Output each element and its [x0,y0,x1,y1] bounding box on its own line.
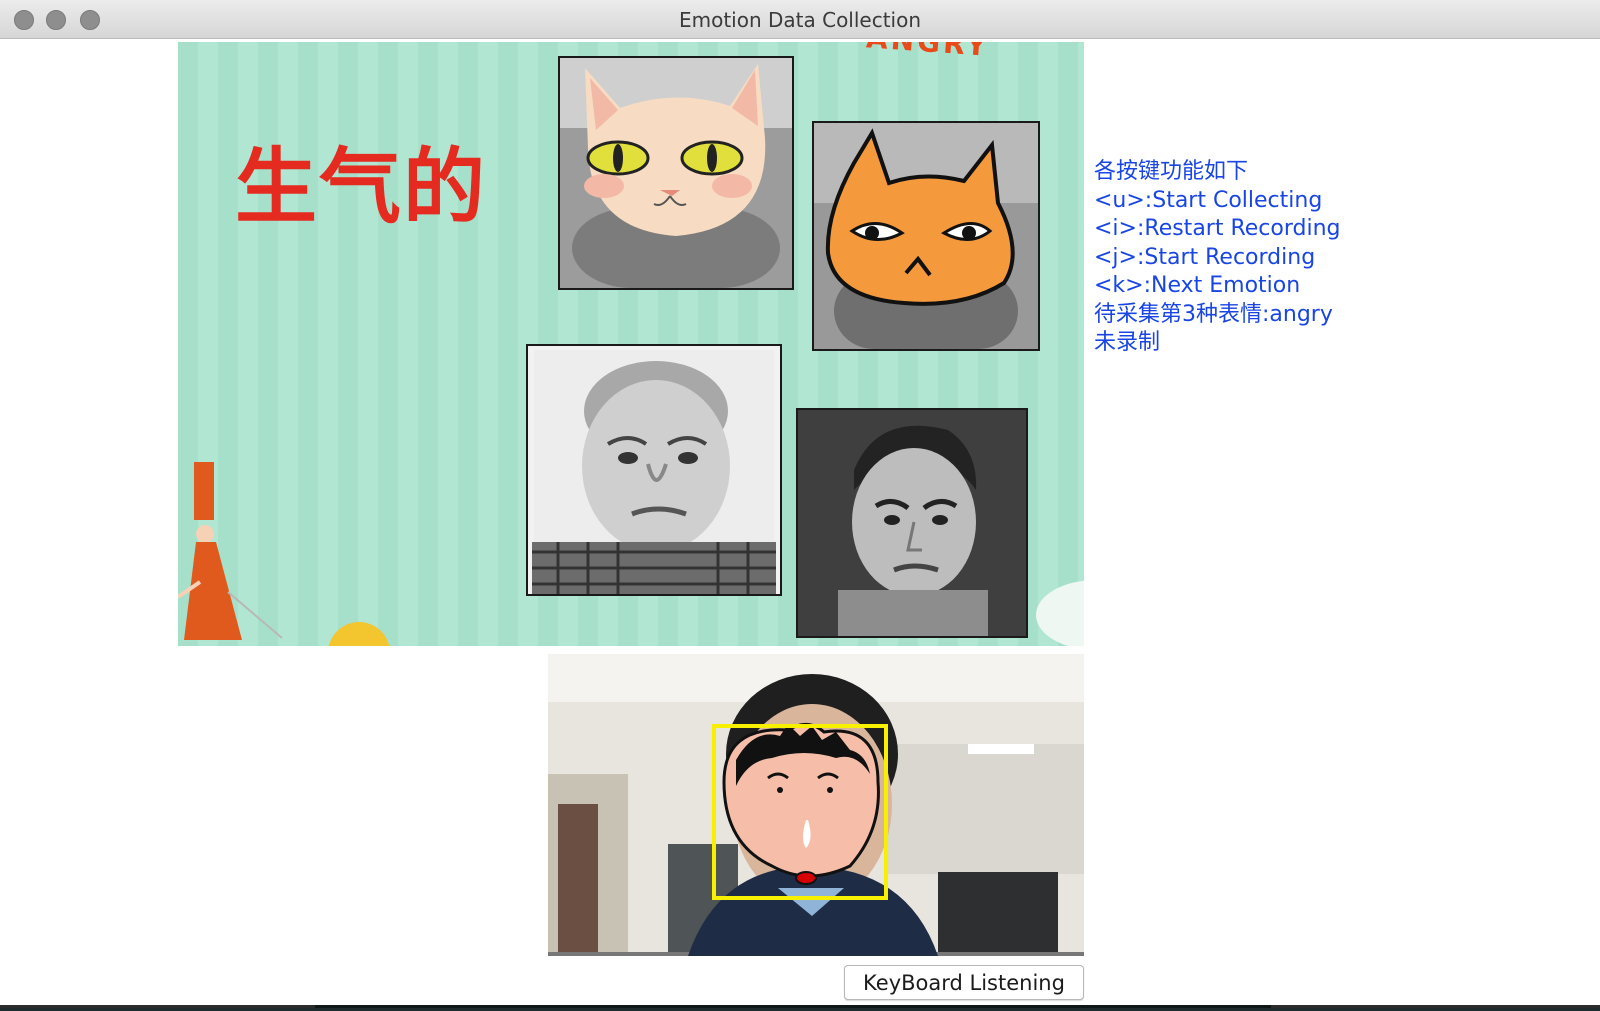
app-window: Emotion Data Collection ANGRY 生气的 各按键功能如… [0,0,1600,1008]
orange-cat-photo [814,123,1038,349]
key-i-instruction: <i>:Restart Recording [1094,216,1341,241]
recording-status: 未录制 [1094,330,1161,355]
key-u-instruction: <u>:Start Collecting [1094,187,1323,213]
orange-figure-icon [178,462,283,640]
cream-cat-mask-icon [560,58,792,288]
pending-emotion-status: 待采集第3种表情:angry [1094,301,1333,327]
emotion-prompt-image: ANGRY 生气的 [178,42,1084,646]
angry-man-photo [798,410,1026,636]
terminal-strip [315,1005,1271,1008]
top-edge-text: ANGRY [865,42,991,63]
key-j-instruction: <j>:Start Recording [1094,244,1316,270]
angry-child-image-icon [528,346,780,594]
cat-mask-photo [560,58,792,288]
webcam-feed [548,654,1084,956]
instructions-panel: 各按键功能如下 <u>:Start Collecting <i>:Restart… [1094,158,1341,358]
sun-decoration [328,622,390,646]
keyboard-listening-button[interactable]: KeyBoard Listening [844,965,1084,1000]
webcam-scene-icon [548,654,1084,956]
window-title: Emotion Data Collection [678,8,922,32]
orange-cat-mask-icon [814,123,1038,349]
cloud-decoration [1036,580,1084,646]
angry-child-photo [528,346,780,594]
title-bar: Emotion Data Collection [0,0,1600,39]
emotion-title: 生气的 [235,140,488,235]
key-k-instruction: <k>:Next Emotion [1094,273,1301,298]
instructions-header: 各按键功能如下 [1094,159,1249,184]
angry-man-image-icon [798,410,1026,636]
